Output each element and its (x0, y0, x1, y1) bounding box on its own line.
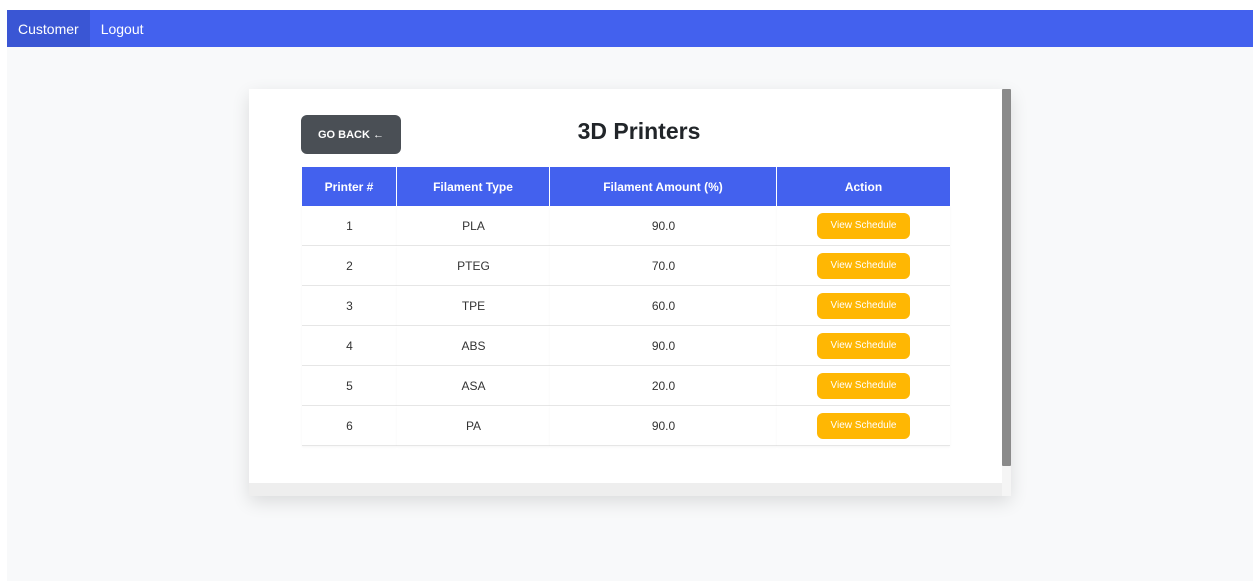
go-back-button[interactable]: GO BACK ← (301, 115, 401, 154)
main-content: GO BACK ← 3D Printers Printer # Filament… (7, 47, 1253, 581)
cell-action: View Schedule (777, 366, 950, 406)
page-title: 3D Printers (577, 118, 701, 144)
table-header-row: Printer # Filament Type Filament Amount … (302, 167, 950, 206)
cell-printer-number: 1 (302, 206, 397, 246)
cell-action: View Schedule (777, 206, 950, 246)
view-schedule-button[interactable]: View Schedule (817, 252, 910, 279)
navbar: Customer Logout (7, 10, 1253, 47)
table-row: 4 ABS 90.0 View Schedule (302, 326, 950, 366)
table-row: 5 ASA 20.0 View Schedule (302, 366, 950, 406)
cell-filament-amount: 90.0 (550, 326, 777, 366)
header-filament-type: Filament Type (397, 167, 550, 206)
cell-action: View Schedule (777, 246, 950, 286)
table-row: 1 PLA 90.0 View Schedule (302, 206, 950, 246)
cell-filament-amount: 20.0 (550, 366, 777, 406)
table-row: 6 PA 90.0 View Schedule (302, 406, 950, 446)
header-printer-number: Printer # (302, 167, 397, 206)
cell-filament-amount: 90.0 (550, 406, 777, 446)
page: Customer Logout GO BACK ← 3D Printers Pr… (0, 0, 1253, 581)
printers-table: Printer # Filament Type Filament Amount … (302, 167, 950, 446)
nav-item-logout[interactable]: Logout (90, 10, 155, 47)
cell-filament-type: ASA (397, 366, 550, 406)
cell-printer-number: 3 (302, 286, 397, 326)
view-schedule-button[interactable]: View Schedule (817, 292, 910, 319)
cell-action: View Schedule (777, 406, 950, 446)
cell-filament-type: PLA (397, 206, 550, 246)
cell-filament-type: PTEG (397, 246, 550, 286)
view-schedule-button[interactable]: View Schedule (817, 332, 910, 359)
view-schedule-button[interactable]: View Schedule (817, 212, 910, 239)
table-row: 3 TPE 60.0 View Schedule (302, 286, 950, 326)
cell-printer-number: 6 (302, 406, 397, 446)
cell-printer-number: 4 (302, 326, 397, 366)
top-strip (0, 0, 1253, 10)
cell-filament-type: ABS (397, 326, 550, 366)
cell-printer-number: 2 (302, 246, 397, 286)
vertical-scrollbar-thumb[interactable] (1002, 89, 1011, 466)
cell-action: View Schedule (777, 286, 950, 326)
nav-item-customer[interactable]: Customer (7, 10, 90, 47)
cell-filament-amount: 70.0 (550, 246, 777, 286)
cell-filament-amount: 90.0 (550, 206, 777, 246)
table-row: 2 PTEG 70.0 View Schedule (302, 246, 950, 286)
cell-filament-type: TPE (397, 286, 550, 326)
horizontal-scrollbar[interactable] (249, 483, 1002, 496)
header-filament-amount: Filament Amount (%) (550, 167, 777, 206)
card-body: GO BACK ← 3D Printers Printer # Filament… (249, 89, 1002, 483)
view-schedule-button[interactable]: View Schedule (817, 412, 910, 439)
cell-printer-number: 5 (302, 366, 397, 406)
view-schedule-button[interactable]: View Schedule (817, 372, 910, 399)
cell-filament-type: PA (397, 406, 550, 446)
printers-card: GO BACK ← 3D Printers Printer # Filament… (249, 89, 1011, 496)
header-action: Action (777, 167, 950, 206)
cell-filament-amount: 60.0 (550, 286, 777, 326)
cell-action: View Schedule (777, 326, 950, 366)
